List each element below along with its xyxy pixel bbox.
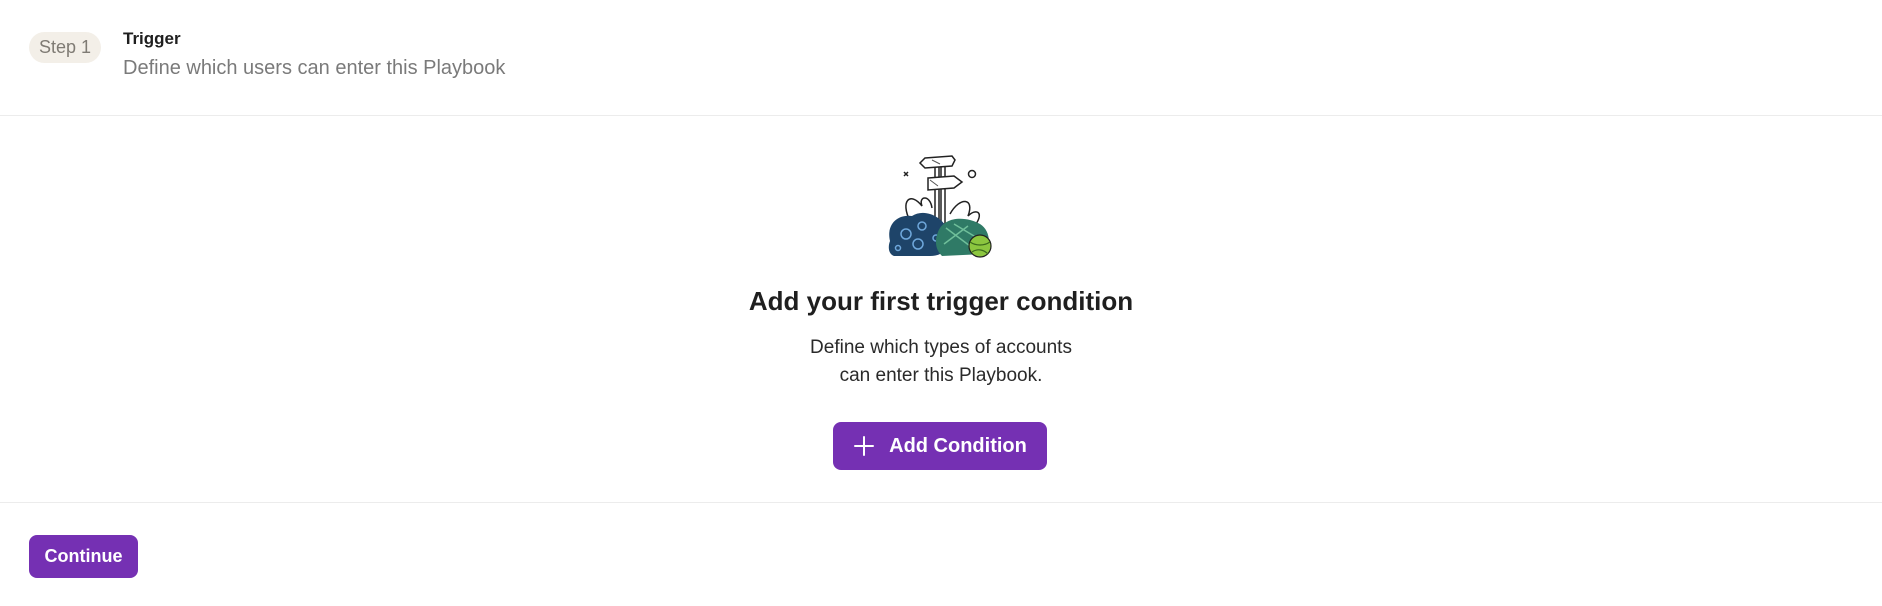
empty-state-description-line-1: Define which types of accounts (810, 337, 1072, 358)
empty-state: Add your first trigger condition Define … (0, 116, 1882, 503)
empty-state-description-line-2: can enter this Playbook. (839, 365, 1043, 386)
empty-state-title: Add your first trigger condition (748, 286, 1134, 316)
add-condition-label: Add Condition (889, 434, 1027, 457)
continue-button[interactable]: Continue (29, 535, 138, 578)
signpost-illustration-icon (888, 155, 992, 258)
empty-state-description: Define which types of accounts can enter… (0, 334, 1882, 390)
step-subtitle: Define which users can enter this Playbo… (123, 57, 506, 79)
step-title: Trigger (123, 29, 181, 48)
step-badge: Step 1 (29, 32, 101, 63)
step-header: Step 1 Trigger Define which users can en… (0, 0, 1882, 116)
plus-icon (854, 436, 875, 456)
add-condition-button[interactable]: Add Condition (833, 422, 1047, 470)
